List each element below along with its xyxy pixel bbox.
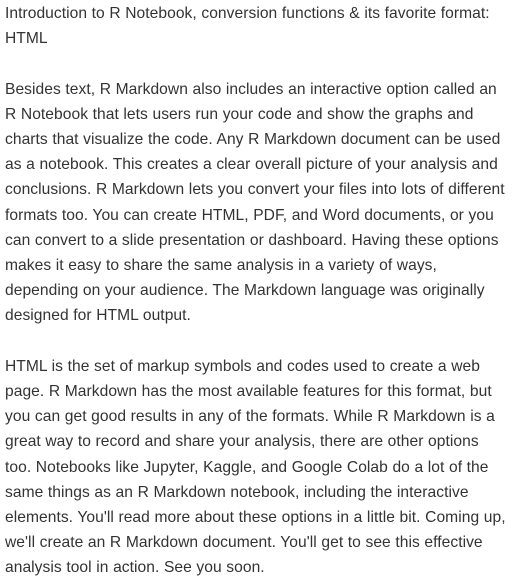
document-body: Introduction to R Notebook, conversion f… <box>0 0 516 581</box>
paragraph-r-notebook: Besides text, R Markdown also includes a… <box>5 80 505 325</box>
document-heading: Introduction to R Notebook, conversion f… <box>5 5 490 48</box>
paragraph-html-format: HTML is the set of markup symbols and co… <box>5 357 506 577</box>
